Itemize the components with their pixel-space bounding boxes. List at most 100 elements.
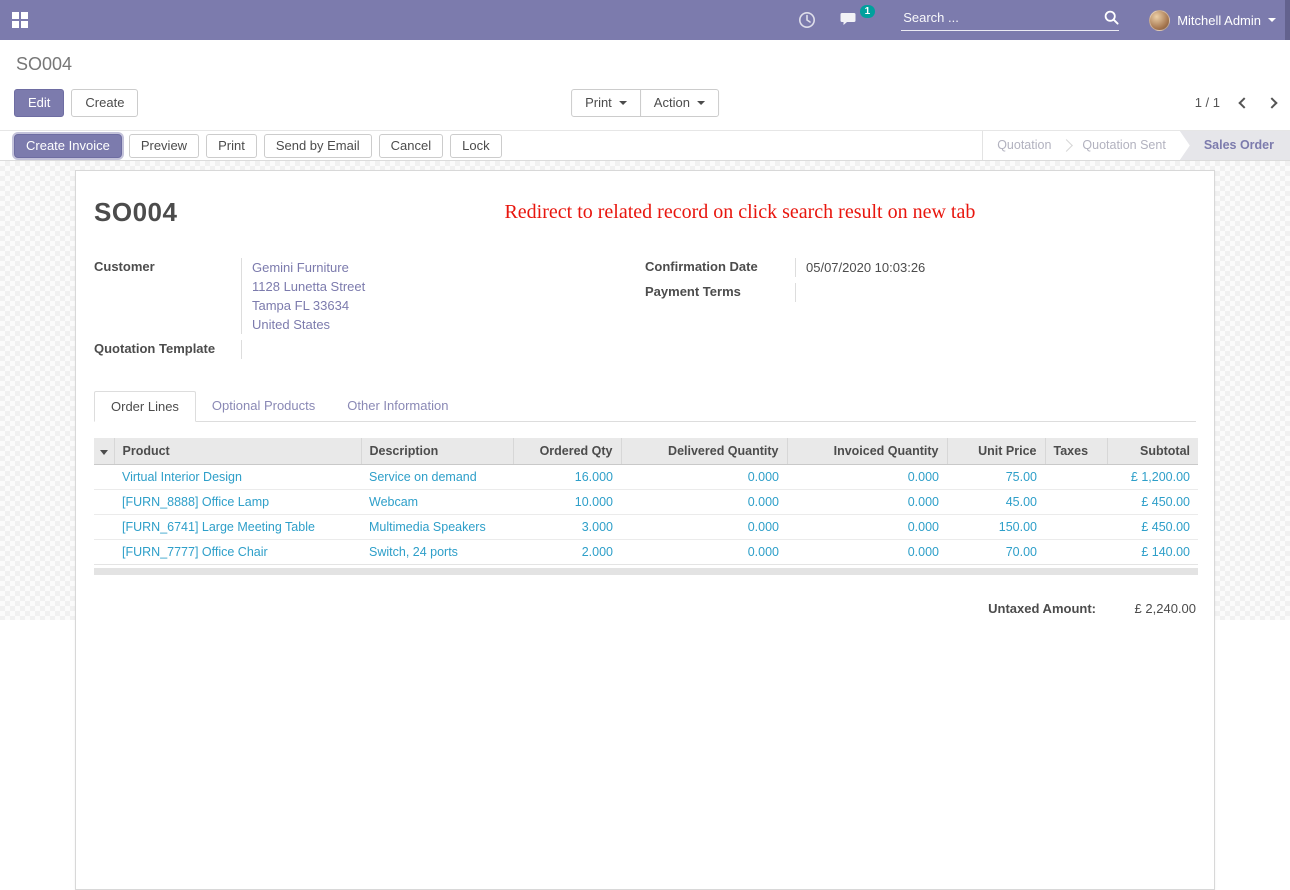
table-row[interactable]: [FURN_7777] Office Chair Switch, 24 port… [94, 540, 1198, 565]
col-header-product[interactable]: Product [114, 438, 361, 465]
col-header-taxes[interactable]: Taxes [1045, 438, 1107, 465]
cell-ordered-qty: 2.000 [513, 540, 621, 565]
statusbar-buttons: Create Invoice Preview Print Send by Ema… [14, 134, 502, 158]
send-by-email-button[interactable]: Send by Email [264, 134, 372, 158]
col-header-delivered-quantity[interactable]: Delivered Quantity [621, 438, 787, 465]
cell-subtotal: £ 450.00 [1107, 515, 1198, 540]
content-area: SO004 Redirect to related record on clic… [0, 161, 1290, 620]
col-header-unit-price[interactable]: Unit Price [947, 438, 1045, 465]
table-row[interactable]: Virtual Interior Design Service on deman… [94, 465, 1198, 490]
cell-delivered-qty: 0.000 [621, 515, 787, 540]
cell-unit-price: 75.00 [947, 465, 1045, 490]
col-header-subtotal[interactable]: Subtotal [1107, 438, 1198, 465]
preview-button[interactable]: Preview [129, 134, 199, 158]
cell-invoiced-qty: 0.000 [787, 465, 947, 490]
table-header-row: Product Description Ordered Qty Delivere… [94, 438, 1198, 465]
cell-product[interactable]: Virtual Interior Design [114, 465, 361, 490]
cell-subtotal: £ 140.00 [1107, 540, 1198, 565]
tab-optional-products[interactable]: Optional Products [196, 391, 331, 421]
quotation-template-field-row: Quotation Template [94, 340, 645, 359]
chevron-down-icon [1268, 18, 1276, 22]
cell-delivered-qty: 0.000 [621, 540, 787, 565]
field-group-right: Confirmation Date 05/07/2020 10:03:26 Pa… [645, 258, 1196, 365]
row-handle-cell [94, 540, 114, 565]
confirmation-date-value: 05/07/2020 10:03:26 [795, 258, 1196, 277]
cell-unit-price: 150.00 [947, 515, 1045, 540]
customer-value[interactable]: Gemini Furniture 1128 Lunetta Street Tam… [241, 258, 645, 334]
sheet-title-row: SO004 Redirect to related record on clic… [94, 197, 1196, 228]
row-handle-cell [94, 465, 114, 490]
top-navbar: 1 Mitchell Admin [0, 0, 1290, 40]
payment-terms-field-row: Payment Terms [645, 283, 1196, 302]
edit-create-group: Edit Create [14, 89, 138, 117]
apps-grid-square [21, 21, 28, 28]
confirmation-date-field-row: Confirmation Date 05/07/2020 10:03:26 [645, 258, 1196, 277]
action-menu-label: Action [654, 95, 690, 110]
sort-caret-cell[interactable] [94, 438, 114, 465]
cell-subtotal: £ 450.00 [1107, 490, 1198, 515]
cell-product[interactable]: [FURN_8888] Office Lamp [114, 490, 361, 515]
apps-menu-icon[interactable] [12, 12, 28, 28]
action-menu-button[interactable]: Action [640, 89, 719, 117]
avatar [1149, 10, 1170, 31]
pager-count: 1 / 1 [1195, 95, 1220, 110]
step-quotation[interactable]: Quotation [983, 131, 1065, 160]
search-icon[interactable] [1104, 10, 1119, 25]
untaxed-amount-value: £ 2,240.00 [1096, 601, 1196, 616]
customer-country: United States [252, 315, 645, 334]
table-row[interactable]: [FURN_8888] Office Lamp Webcam 10.000 0.… [94, 490, 1198, 515]
statusbar: Create Invoice Preview Print Send by Ema… [0, 130, 1290, 161]
search-box [901, 9, 1119, 31]
search-input[interactable] [901, 9, 1104, 26]
lock-button[interactable]: Lock [450, 134, 501, 158]
quotation-template-label: Quotation Template [94, 340, 241, 359]
quotation-template-value [241, 340, 645, 359]
payment-terms-value [795, 283, 1196, 302]
messages-icon[interactable]: 1 [840, 12, 861, 29]
tab-other-information[interactable]: Other Information [331, 391, 464, 421]
systray: 1 Mitchell Admin [798, 9, 1276, 31]
sale-order-sheet: SO004 Redirect to related record on clic… [75, 170, 1215, 890]
apps-grid-square [12, 21, 19, 28]
untaxed-amount-label: Untaxed Amount: [988, 601, 1096, 616]
apps-grid-square [12, 12, 19, 19]
edit-button[interactable]: Edit [14, 89, 64, 117]
tab-order-lines[interactable]: Order Lines [94, 391, 196, 422]
customer-name-link[interactable]: Gemini Furniture [252, 258, 645, 277]
cell-product[interactable]: [FURN_7777] Office Chair [114, 540, 361, 565]
cell-description: Switch, 24 ports [361, 540, 513, 565]
col-header-invoiced-quantity[interactable]: Invoiced Quantity [787, 438, 947, 465]
totals-section: Untaxed Amount: £ 2,240.00 [94, 601, 1196, 616]
cell-description: Multimedia Speakers [361, 515, 513, 540]
cancel-button[interactable]: Cancel [379, 134, 443, 158]
pager-previous-icon[interactable] [1238, 97, 1249, 108]
cell-product[interactable]: [FURN_6741] Large Meeting Table [114, 515, 361, 540]
cell-ordered-qty: 10.000 [513, 490, 621, 515]
cell-delivered-qty: 0.000 [621, 465, 787, 490]
col-header-description[interactable]: Description [361, 438, 513, 465]
control-panel: SO004 Edit Create Print Action 1 / 1 [0, 40, 1290, 130]
cell-delivered-qty: 0.000 [621, 490, 787, 515]
print-menu-label: Print [585, 95, 612, 110]
order-lines-table: Product Description Ordered Qty Delivere… [94, 438, 1198, 565]
customer-city: Tampa FL 33634 [252, 296, 645, 315]
user-menu[interactable]: Mitchell Admin [1149, 10, 1276, 31]
step-sales-order[interactable]: Sales Order [1180, 131, 1290, 160]
pager-next-icon[interactable] [1266, 97, 1277, 108]
step-quotation-sent[interactable]: Quotation Sent [1068, 131, 1179, 160]
cell-subtotal: £ 1,200.00 [1107, 465, 1198, 490]
col-header-ordered-qty[interactable]: Ordered Qty [513, 438, 621, 465]
chevron-down-icon [619, 101, 627, 105]
activities-clock-icon[interactable] [798, 11, 816, 29]
print-menu-button[interactable]: Print [571, 89, 641, 117]
create-button[interactable]: Create [71, 89, 138, 117]
sort-caret-icon [100, 450, 108, 455]
payment-terms-label: Payment Terms [645, 283, 795, 302]
print-action-group: Print Action [571, 89, 719, 117]
create-invoice-button[interactable]: Create Invoice [14, 134, 122, 158]
breadcrumb: SO004 [16, 54, 1276, 75]
print-button[interactable]: Print [206, 134, 257, 158]
customer-street: 1128 Lunetta Street [252, 277, 645, 296]
table-row[interactable]: [FURN_6741] Large Meeting Table Multimed… [94, 515, 1198, 540]
table-scrollbar-track[interactable] [94, 568, 1198, 575]
